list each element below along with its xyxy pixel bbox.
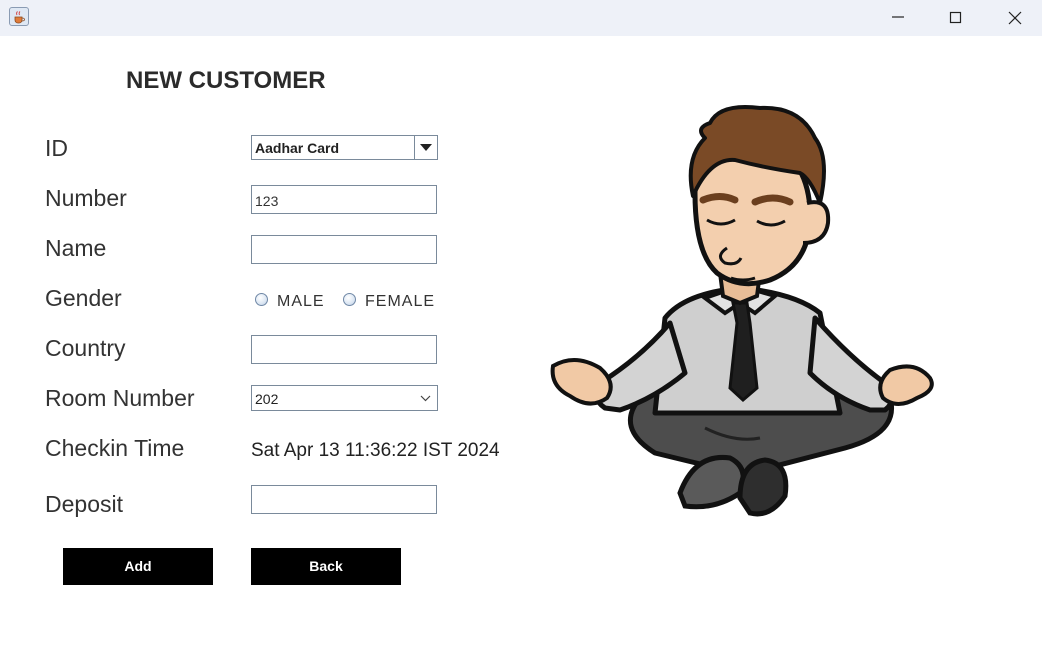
number-field[interactable]: 123 <box>251 185 437 214</box>
title-bar <box>0 0 1042 36</box>
name-label: Name <box>45 235 107 261</box>
close-button[interactable] <box>992 0 1038 36</box>
checkin-time-label: Checkin Time <box>45 435 185 461</box>
java-cup-icon <box>9 7 29 26</box>
id-type-combobox[interactable]: Aadhar Card <box>251 135 438 160</box>
add-button[interactable]: Add <box>63 548 213 585</box>
minimize-icon <box>892 16 904 18</box>
country-field[interactable] <box>251 335 437 364</box>
checkin-time-value: Sat Apr 13 11:36:22 IST 2024 <box>251 440 500 461</box>
id-type-selected-value: Aadhar Card <box>255 140 340 156</box>
minimize-button[interactable] <box>875 0 921 36</box>
id-type-dropdown-button[interactable] <box>414 136 437 159</box>
name-field[interactable] <box>251 235 437 264</box>
chevron-down-icon <box>420 395 431 402</box>
maximize-icon <box>949 11 962 24</box>
maximize-button[interactable] <box>933 0 979 36</box>
female-radio[interactable] <box>343 293 356 306</box>
id-label: ID <box>45 135 68 161</box>
male-radio[interactable] <box>255 293 268 306</box>
deposit-field[interactable] <box>251 485 437 514</box>
room-number-combobox[interactable]: 202 <box>251 385 438 411</box>
caret-down-icon <box>420 144 432 151</box>
country-label: Country <box>45 335 126 361</box>
new-customer-panel: NEW CUSTOMER ID Aadhar Card Number 123 N… <box>0 36 1042 661</box>
close-icon <box>1008 11 1022 25</box>
deposit-label: Deposit <box>45 491 123 517</box>
page-title: NEW CUSTOMER <box>126 67 326 94</box>
room-number-selected-value: 202 <box>255 391 279 407</box>
female-radio-label[interactable]: FEMALE <box>365 293 435 311</box>
gender-label: Gender <box>45 285 122 311</box>
number-label: Number <box>45 185 127 211</box>
male-radio-label[interactable]: MALE <box>277 293 325 311</box>
room-number-label: Room Number <box>45 385 195 411</box>
meditating-man-illustration <box>545 98 940 518</box>
back-button[interactable]: Back <box>251 548 401 585</box>
